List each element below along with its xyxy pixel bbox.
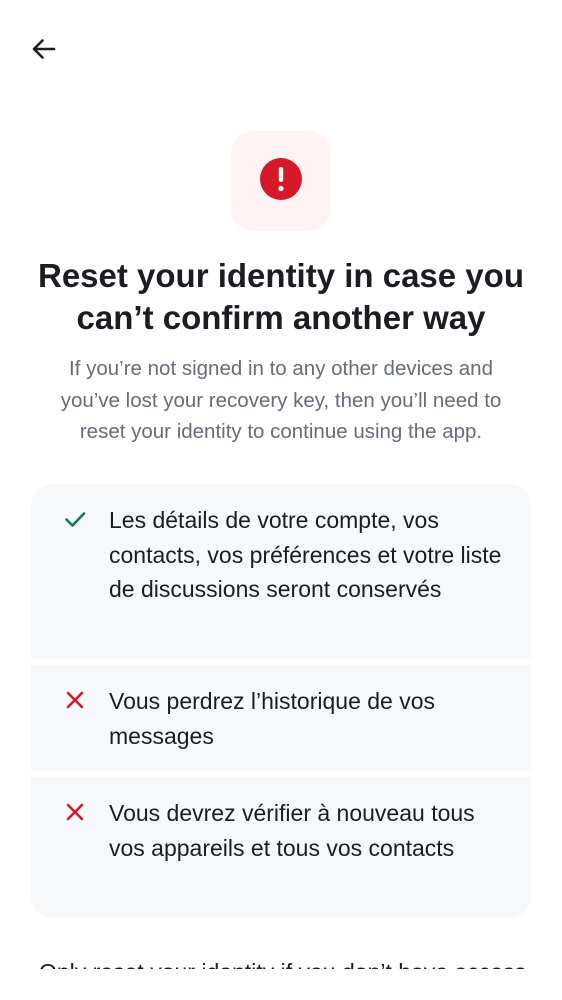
back-button[interactable] — [24, 32, 62, 70]
consequence-item-lost-history: Vous perdrez l’historique de vos message… — [31, 665, 531, 771]
description-line-1: If you’re not signed in to any other dev… — [69, 357, 493, 380]
consequence-item-kept-data: Les détails de votre compte, vos contact… — [31, 484, 531, 659]
arrow-left-icon — [29, 35, 57, 68]
consequence-text: Les détails de votre compte, vos contact… — [109, 507, 502, 602]
error-icon — [259, 157, 303, 206]
check-icon — [62, 506, 88, 532]
footer-note: Only reset your identity if you don’t ha… — [39, 955, 552, 969]
title-line-1: Reset your identity in case you — [38, 257, 524, 294]
description-line-2: you’ve lost your recovery key, then you’… — [60, 388, 502, 412]
close-icon — [62, 799, 88, 825]
consequence-item-reverify: Vous devrez vérifier à nouveau tous vos … — [31, 777, 531, 918]
description-line-3: reset your identity to continue using th… — [79, 420, 483, 443]
page-title: Reset your identity in case you can’t co… — [20, 255, 542, 339]
page-description: If you’re not signed in to any other dev… — [30, 353, 532, 448]
consequence-text: Vous perdrez l’historique de vos message… — [109, 688, 436, 749]
title-line-2: can’t confirm another way — [76, 299, 486, 336]
alert-icon-tile — [231, 131, 331, 231]
consequence-text: Vous devrez vérifier à nouveau tous vos … — [109, 800, 475, 861]
close-icon — [62, 687, 88, 713]
